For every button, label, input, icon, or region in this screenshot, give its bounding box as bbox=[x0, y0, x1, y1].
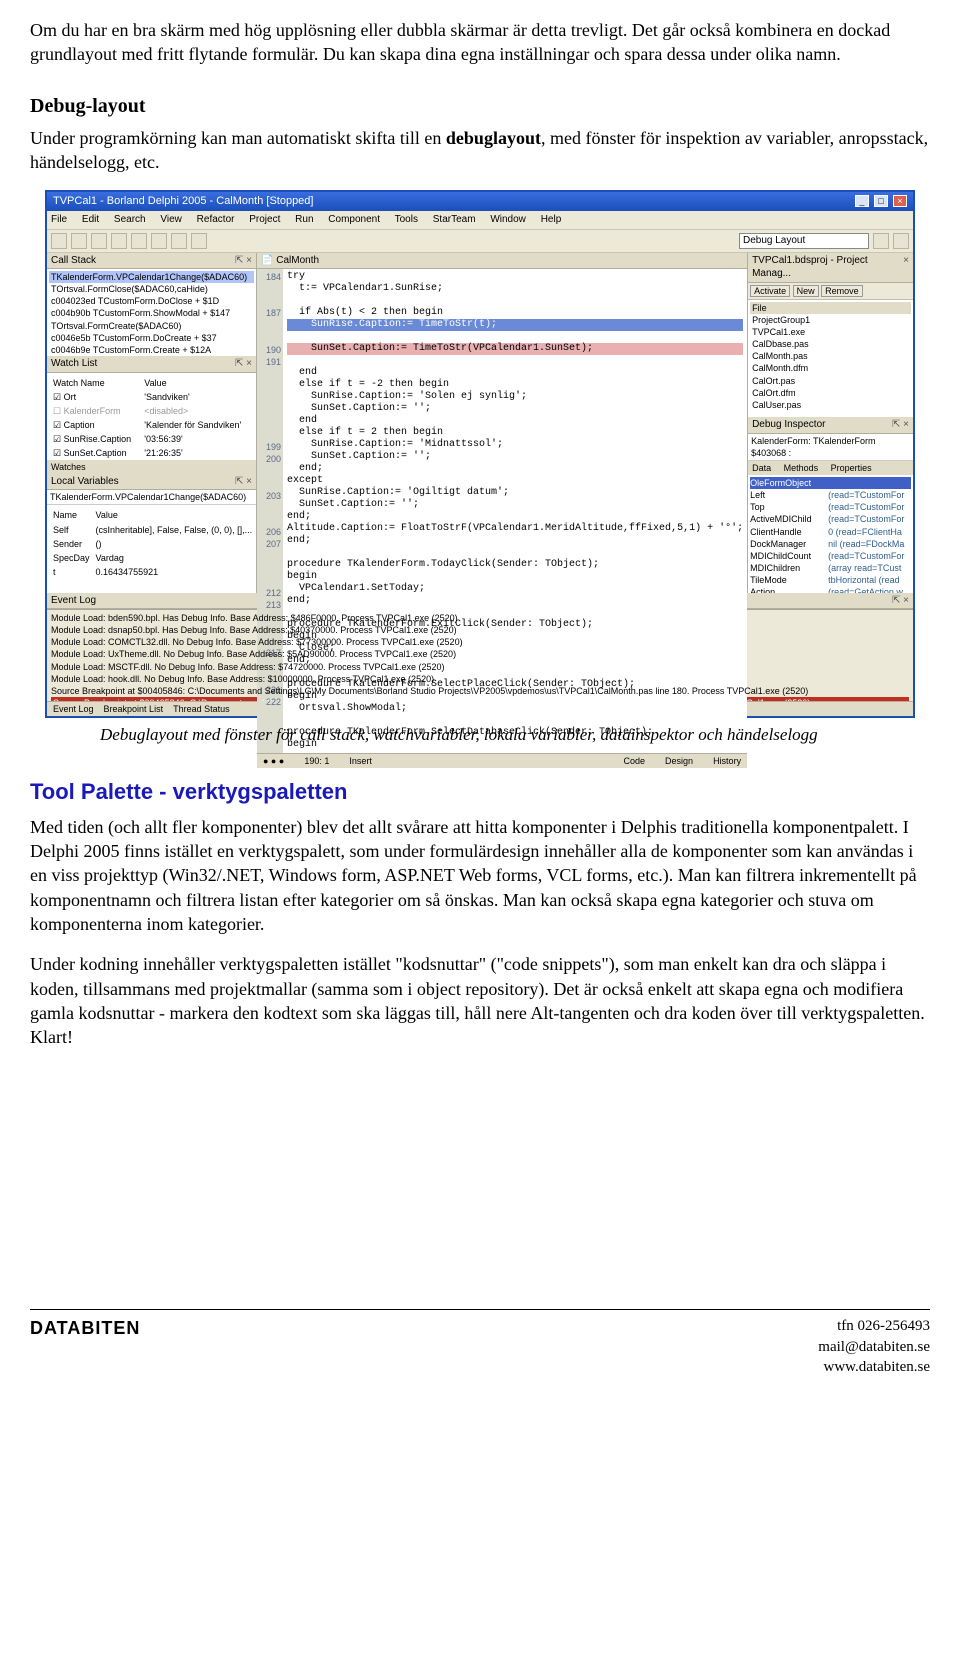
menu-item[interactable]: Window bbox=[490, 214, 526, 225]
project-tree[interactable]: File ProjectGroup1 TVPCal1.exe CalDbase.… bbox=[748, 300, 913, 417]
bottom-tab[interactable]: Event Log bbox=[53, 703, 94, 715]
toolbar-button-icon[interactable] bbox=[151, 233, 167, 249]
contact-block: tfn 026-256493 mail@databiten.se www.dat… bbox=[818, 1316, 930, 1377]
toolbar-button-icon[interactable] bbox=[191, 233, 207, 249]
callstack-row[interactable]: c004b90b TCustomForm.ShowModal + $147 bbox=[49, 307, 254, 319]
watch-panel[interactable]: Watch NameValue ☑ Ort'Sandviken' ☐ Kalen… bbox=[47, 373, 256, 460]
toolpalette-heading: Tool Palette - verktygspaletten bbox=[30, 777, 930, 807]
toolpalette-p1: Med tiden (och allt fler komponenter) bl… bbox=[30, 815, 930, 936]
toolbar-button-icon[interactable] bbox=[893, 233, 909, 249]
page-footer: DATABITEN tfn 026-256493 mail@databiten.… bbox=[30, 1309, 930, 1397]
locals-panel[interactable]: NameValue Self(csInheritable], False, Fa… bbox=[47, 505, 256, 592]
design-tab[interactable]: Design bbox=[665, 755, 693, 767]
eventlog-title: Event Log bbox=[51, 594, 96, 608]
layout-combo[interactable] bbox=[739, 233, 869, 249]
remove-button[interactable]: Remove bbox=[821, 285, 863, 297]
project-title: TVPCal1.bdsproj - Project Manag... bbox=[752, 254, 903, 281]
toolbar bbox=[47, 230, 913, 253]
panel-close-icon[interactable]: ⇱ × bbox=[892, 418, 909, 432]
inspector-title: Debug Inspector bbox=[752, 418, 825, 432]
window-controls: _ □ × bbox=[853, 194, 907, 209]
bottom-tab[interactable]: Thread Status bbox=[173, 703, 230, 715]
callstack-row[interactable]: TKalenderForm.VPCalendar1Change($ADAC60) bbox=[49, 271, 254, 283]
panel-close-icon[interactable]: ⇱ × bbox=[892, 594, 909, 608]
editor-tab[interactable]: CalMonth bbox=[276, 255, 319, 266]
menu-item[interactable]: Edit bbox=[82, 214, 99, 225]
panel-close-icon[interactable]: × bbox=[903, 254, 909, 281]
menu-item[interactable]: StarTeam bbox=[433, 214, 476, 225]
panel-close-icon[interactable]: ⇱ × bbox=[235, 357, 252, 371]
ide-screenshot: TVPCal1 - Borland Delphi 2005 - CalMonth… bbox=[45, 190, 915, 718]
watch-title: Watch List bbox=[51, 357, 97, 371]
menu-item[interactable]: Help bbox=[541, 214, 562, 225]
inspector-scope: KalenderForm: TKalenderForm $403068 : bbox=[748, 434, 913, 461]
brand-logo: DATABITEN bbox=[30, 1316, 140, 1340]
callstack-row[interactable]: TOrtsval.FormClose($ADAC60,caHide) bbox=[49, 283, 254, 295]
debug-paragraph: Under programkörning kan man automatiskt… bbox=[30, 126, 930, 175]
toolbar-button-icon[interactable] bbox=[131, 233, 147, 249]
close-icon[interactable]: × bbox=[893, 195, 907, 207]
locals-title: Local Variables bbox=[51, 475, 119, 489]
maximize-icon[interactable]: □ bbox=[874, 195, 888, 207]
callstack-row[interactable]: c0046b9e TCustomForm.Create + $12A bbox=[49, 344, 254, 356]
toolbar-button-icon[interactable] bbox=[91, 233, 107, 249]
menu-item[interactable]: View bbox=[160, 214, 182, 225]
toolbar-button-icon[interactable] bbox=[71, 233, 87, 249]
menu-item[interactable]: Tools bbox=[395, 214, 418, 225]
panel-close-icon[interactable]: ⇱ × bbox=[235, 254, 252, 268]
menu-item[interactable]: File bbox=[51, 214, 67, 225]
history-tab[interactable]: History bbox=[713, 755, 741, 767]
toolbar-button-icon[interactable] bbox=[51, 233, 67, 249]
toolbar-button-icon[interactable] bbox=[873, 233, 889, 249]
cursor-pos: 190: 1 bbox=[304, 755, 329, 767]
callstack-row[interactable]: TOrtsval.FormCreate($ADAC60) bbox=[49, 320, 254, 332]
menu-item[interactable]: Refactor bbox=[197, 214, 235, 225]
locals-scope: TKalenderForm.VPCalendar1Change($ADAC60) bbox=[47, 490, 256, 505]
code-tab[interactable]: Code bbox=[624, 755, 646, 767]
menu-item[interactable]: Project bbox=[249, 214, 280, 225]
figure-caption: Debuglayout med fönster för call stack, … bbox=[100, 724, 930, 747]
watches-tab[interactable]: Watches bbox=[51, 462, 86, 472]
intro-paragraph: Om du har en bra skärm med hög upplösnin… bbox=[30, 18, 930, 67]
bottom-tab[interactable]: Breakpoint List bbox=[104, 703, 164, 715]
menubar: File Edit Search View Refactor Project R… bbox=[47, 211, 913, 230]
callstack-panel[interactable]: TKalenderForm.VPCalendar1Change($ADAC60)… bbox=[47, 269, 256, 356]
inspector-tab[interactable]: Data bbox=[752, 463, 771, 473]
inspector-tab[interactable]: Properties bbox=[831, 463, 872, 473]
toolpalette-p2: Under kodning innehåller verktygspalette… bbox=[30, 952, 930, 1049]
panel-close-icon[interactable]: ⇱ × bbox=[235, 475, 252, 489]
callstack-row[interactable]: c004023ed TCustomForm.DoClose + $1D bbox=[49, 295, 254, 307]
minimize-icon[interactable]: _ bbox=[855, 195, 869, 207]
toolbar-button-icon[interactable] bbox=[111, 233, 127, 249]
callstack-row[interactable]: c0046e5b TCustomForm.DoCreate + $37 bbox=[49, 332, 254, 344]
menu-item[interactable]: Search bbox=[114, 214, 146, 225]
callstack-title: Call Stack bbox=[51, 254, 96, 268]
window-title: TVPCal1 - Borland Delphi 2005 - CalMonth… bbox=[53, 194, 313, 209]
menu-item[interactable]: Component bbox=[328, 214, 380, 225]
new-button[interactable]: New bbox=[793, 285, 819, 297]
debug-heading: Debug-layout bbox=[30, 93, 930, 120]
inspector-panel[interactable]: OleFormObject Left(read=TCustomForTop(re… bbox=[748, 475, 913, 592]
insert-mode: Insert bbox=[349, 755, 372, 767]
window-titlebar: TVPCal1 - Borland Delphi 2005 - CalMonth… bbox=[47, 192, 913, 211]
toolbar-button-icon[interactable] bbox=[171, 233, 187, 249]
activate-button[interactable]: Activate bbox=[750, 285, 790, 297]
inspector-tab[interactable]: Methods bbox=[784, 463, 819, 473]
menu-item[interactable]: Run bbox=[295, 214, 313, 225]
